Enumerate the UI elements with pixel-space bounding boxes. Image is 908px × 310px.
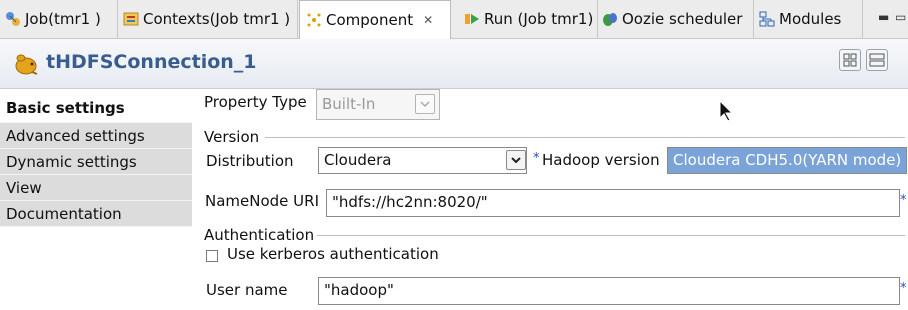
namenode-uri-value: "hdfs://hc2nn:8020/" [332,193,488,211]
tab-label: Oozie scheduler [622,10,743,28]
nav-item-documentation[interactable]: Documentation [0,201,192,227]
modules-icon [759,11,775,27]
minimize-icon[interactable]: ▬ [878,10,889,24]
distribution-select[interactable]: Cloudera [318,147,527,174]
tab-label: Run (Job tmr1) [484,10,594,28]
tab-oozie-scheduler[interactable]: Oozie scheduler [598,0,754,38]
tab-contexts[interactable]: Contexts(Job tmr1 ) [118,0,298,38]
required-marker: * [900,281,907,296]
close-icon[interactable]: ✕ [423,13,433,27]
tab-label: Modules [779,10,842,28]
distribution-value: Cloudera [324,151,392,169]
nav-item-advanced-settings[interactable]: Advanced settings [0,123,192,149]
component-header: tHDFSConnection_1 [0,39,908,89]
hadoop-version-value: Cloudera CDH5.0(YARN mode) [673,151,902,169]
grid-view-button[interactable] [839,49,861,71]
namenode-uri-label: NameNode URI [205,192,319,210]
tab-run[interactable]: Run (Job tmr1) [452,0,598,38]
tab-component[interactable]: Component ✕ [299,0,451,39]
tab-label: Job(tmr1 ) [25,10,101,28]
authentication-divider [317,235,905,236]
required-marker: * [900,193,907,208]
distribution-label: Distribution [206,152,294,170]
namenode-uri-input[interactable]: "hdfs://hc2nn:8020/" [326,189,900,217]
required-marker: * [533,151,540,166]
tab-modules[interactable]: Modules [755,0,863,38]
version-divider [265,137,905,138]
view-tab-bar: Job(tmr1 ) Contexts(Job tmr1 ) Component… [0,0,908,39]
user-name-label: User name [206,281,288,299]
authentication-group-label: Authentication [204,226,315,244]
settings-nav: Basic settings Advanced settings Dynamic… [0,93,192,227]
distribution-dropdown-button[interactable] [506,150,526,170]
tab-job[interactable]: Job(tmr1 ) [0,0,118,38]
basic-settings-panel: Property Type Built-In Version Distribut… [197,88,908,310]
component-icon [306,12,322,28]
property-type-label: Property Type [204,93,307,111]
mouse-cursor-icon [719,99,735,126]
table-view-button[interactable] [866,49,888,71]
tab-label: Contexts(Job tmr1 ) [143,10,291,28]
nav-item-basic-settings[interactable]: Basic settings [0,93,192,123]
kerberos-checkbox[interactable] [206,250,218,262]
nav-item-view[interactable]: View [0,175,192,201]
component-title: tHDFSConnection_1 [46,51,257,73]
version-group-label: Version [204,128,260,146]
user-name-input[interactable]: "hadoop" [318,277,900,305]
nav-item-dynamic-settings[interactable]: Dynamic settings [0,149,192,175]
hdfs-connection-icon [12,51,40,77]
oozie-icon [602,11,618,27]
kerberos-label: Use kerberos authentication [227,245,439,263]
property-type-value: Built-In [322,95,376,113]
contexts-icon [123,11,139,27]
property-type-dropdown-button[interactable] [415,94,435,114]
job-icon [5,11,21,27]
run-icon [464,11,480,27]
user-name-value: "hadoop" [324,281,394,299]
tab-label: Component [326,11,414,29]
maximize-icon[interactable]: ▭ [895,10,906,24]
hadoop-version-label: Hadoop version [542,151,660,169]
hadoop-version-select[interactable]: Cloudera CDH5.0(YARN mode) [667,147,907,174]
